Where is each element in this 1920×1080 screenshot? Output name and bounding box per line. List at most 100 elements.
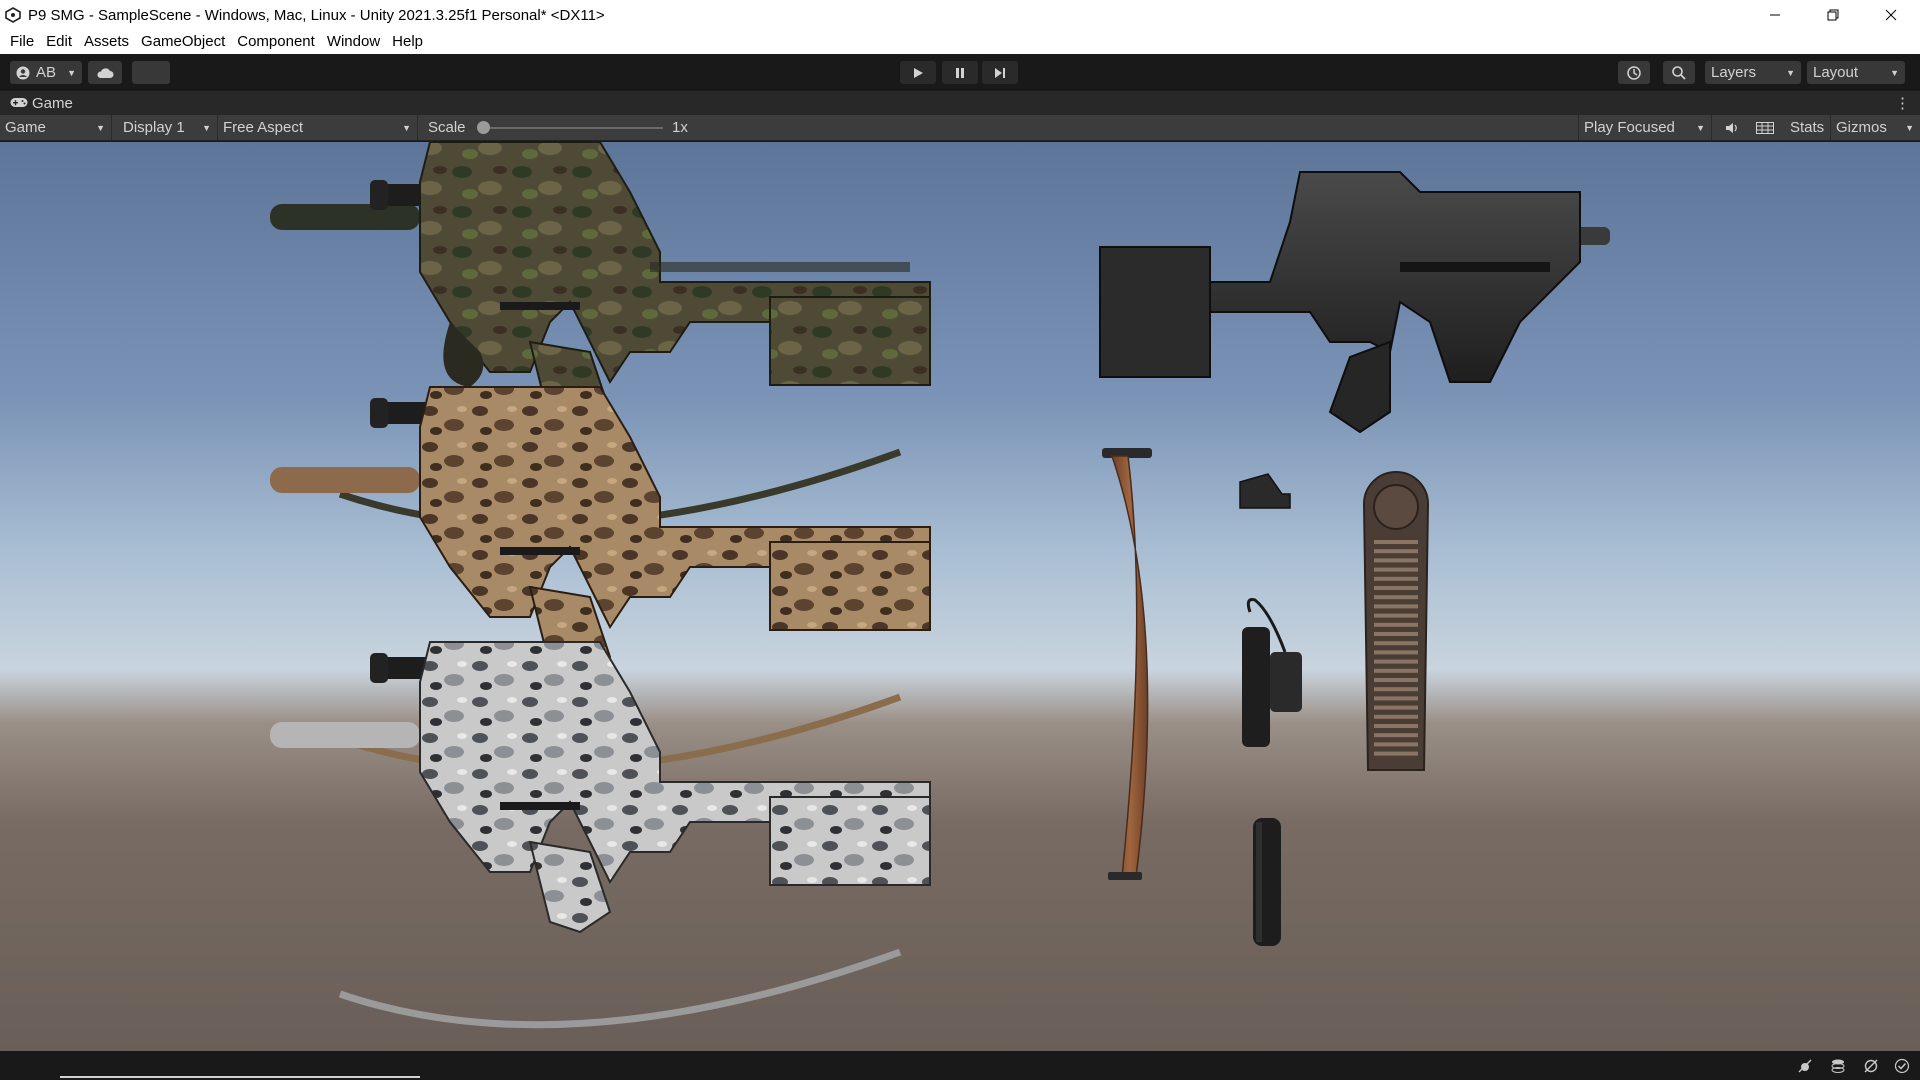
scene-render [270, 142, 1610, 1029]
chevron-down-icon: ▼ [402, 122, 411, 133]
auto-generate-lighting-icon[interactable] [1862, 1057, 1880, 1075]
status-progress-bar [60, 1076, 420, 1078]
step-button[interactable] [982, 61, 1018, 84]
pause-button[interactable] [942, 61, 978, 84]
play-focused-dropdown[interactable]: Play Focused ▼ [1578, 115, 1712, 140]
cloud-button[interactable] [88, 61, 122, 84]
game-viewport[interactable] [0, 142, 1920, 1051]
magazine-rib [1374, 576, 1418, 581]
status-bar [0, 1051, 1920, 1080]
layers-dropdown[interactable]: Layers ▼ [1705, 61, 1801, 84]
menu-component[interactable]: Component [231, 30, 321, 54]
black-p9-smg [1099, 171, 1610, 434]
magazine-rib [1374, 558, 1418, 563]
gizmos-label: Gizmos [1836, 119, 1887, 136]
magazine-rib [1374, 678, 1418, 682]
menu-help[interactable]: Help [386, 30, 429, 54]
snow-camo-p9-smg [270, 641, 931, 1029]
tab-game-label: Game [32, 94, 73, 112]
cache-server-icon[interactable] [1829, 1057, 1847, 1075]
magazine-rib [1374, 742, 1418, 747]
cloud-icon [97, 67, 114, 78]
restore-button[interactable] [1804, 0, 1862, 30]
account-dropdown[interactable]: AB ▼ [10, 61, 82, 84]
magazine-rib [1374, 724, 1418, 728]
checkmark-icon[interactable] [1893, 1057, 1911, 1075]
window-title: P9 SMG - SampleScene - Windows, Mac, Lin… [28, 6, 605, 24]
layout-label: Layout [1813, 64, 1859, 81]
flashlight [1242, 598, 1302, 747]
debug-icon[interactable] [1796, 1057, 1814, 1075]
play-focused-label: Play Focused [1584, 119, 1675, 136]
account-label: AB [36, 64, 57, 81]
unity-logo-icon [4, 6, 22, 24]
chevron-down-icon: ▼ [96, 122, 105, 133]
menu-window[interactable]: Window [321, 30, 386, 54]
game-mode-label: Game [5, 119, 46, 136]
layers-label: Layers [1711, 64, 1757, 81]
scale-label: Scale [428, 119, 466, 136]
close-icon [1885, 9, 1897, 21]
keyboard-shortcuts-button[interactable] [1752, 115, 1778, 140]
magazine-rib [1374, 549, 1418, 554]
menu-edit[interactable]: Edit [40, 30, 78, 54]
main-toolbar: AB ▼ Layers ▼ Layout ▼ [0, 54, 1920, 91]
menu-gameobject[interactable]: GameObject [135, 30, 231, 54]
close-button[interactable] [1862, 0, 1920, 30]
chevron-down-icon: ▼ [1696, 122, 1705, 133]
chevron-down-icon: ▼ [202, 122, 211, 133]
magazine-rib [1374, 586, 1418, 590]
scale-slider-track[interactable] [483, 127, 663, 129]
grid-icon [1756, 121, 1774, 134]
account-icon [16, 66, 30, 79]
magazine-rib [1374, 696, 1418, 701]
play-button[interactable] [900, 61, 936, 84]
speaker-icon [1726, 122, 1737, 133]
aspect-label: Free Aspect [223, 119, 304, 136]
magazine-rib [1374, 733, 1418, 738]
collab-button[interactable] [132, 61, 170, 84]
menu-assets[interactable]: Assets [78, 30, 135, 54]
magazine-rib [1374, 751, 1418, 756]
gamepad-icon [10, 96, 28, 111]
layout-dropdown[interactable]: Layout ▼ [1807, 61, 1905, 84]
history-button[interactable] [1618, 61, 1650, 84]
game-mode-dropdown[interactable]: Game ▼ [0, 115, 112, 140]
scale-slider-handle[interactable] [477, 121, 490, 134]
magazine-rib [1374, 540, 1418, 544]
chevron-down-icon: ▼ [1786, 67, 1795, 78]
search-icon [1672, 65, 1686, 80]
magazine [1362, 471, 1430, 771]
gizmos-dropdown[interactable]: Gizmos ▼ [1830, 115, 1920, 140]
magazine-rib [1374, 650, 1418, 655]
scale-value: 1x [672, 119, 688, 136]
magazine-rib [1374, 687, 1418, 692]
mute-audio-button[interactable] [1720, 115, 1744, 140]
chevron-down-icon: ▼ [1905, 122, 1914, 133]
minimize-button[interactable] [1746, 0, 1804, 30]
chevron-down-icon: ▼ [1890, 67, 1899, 78]
magazine-rib [1374, 641, 1418, 646]
history-icon [1627, 65, 1641, 80]
menu-file[interactable]: File [4, 30, 40, 54]
magazine-rib [1374, 622, 1418, 627]
tab-game[interactable]: Game [0, 91, 73, 115]
suppressor [1253, 818, 1281, 946]
chevron-down-icon: ▼ [67, 67, 76, 78]
pause-icon [956, 67, 964, 78]
magazine-rib [1374, 567, 1418, 572]
display-dropdown[interactable]: Display 1 ▼ [118, 115, 218, 140]
aspect-dropdown[interactable]: Free Aspect ▼ [218, 115, 418, 140]
restore-icon [1827, 9, 1839, 21]
magazine-rib [1374, 604, 1418, 609]
magazine-rib [1374, 595, 1418, 600]
stats-button[interactable]: Stats [1786, 115, 1828, 140]
step-icon [995, 67, 1005, 78]
more-options-icon[interactable]: ⋮ [1895, 94, 1910, 112]
magazine-rib [1374, 705, 1418, 710]
red-dot-sight [1239, 473, 1291, 509]
minimize-icon [1770, 14, 1780, 16]
display-label: Display 1 [123, 119, 185, 136]
game-view-toolbar: Game ▼ Display 1 ▼ Free Aspect ▼ Scale 1… [0, 115, 1920, 141]
search-button[interactable] [1663, 61, 1695, 84]
